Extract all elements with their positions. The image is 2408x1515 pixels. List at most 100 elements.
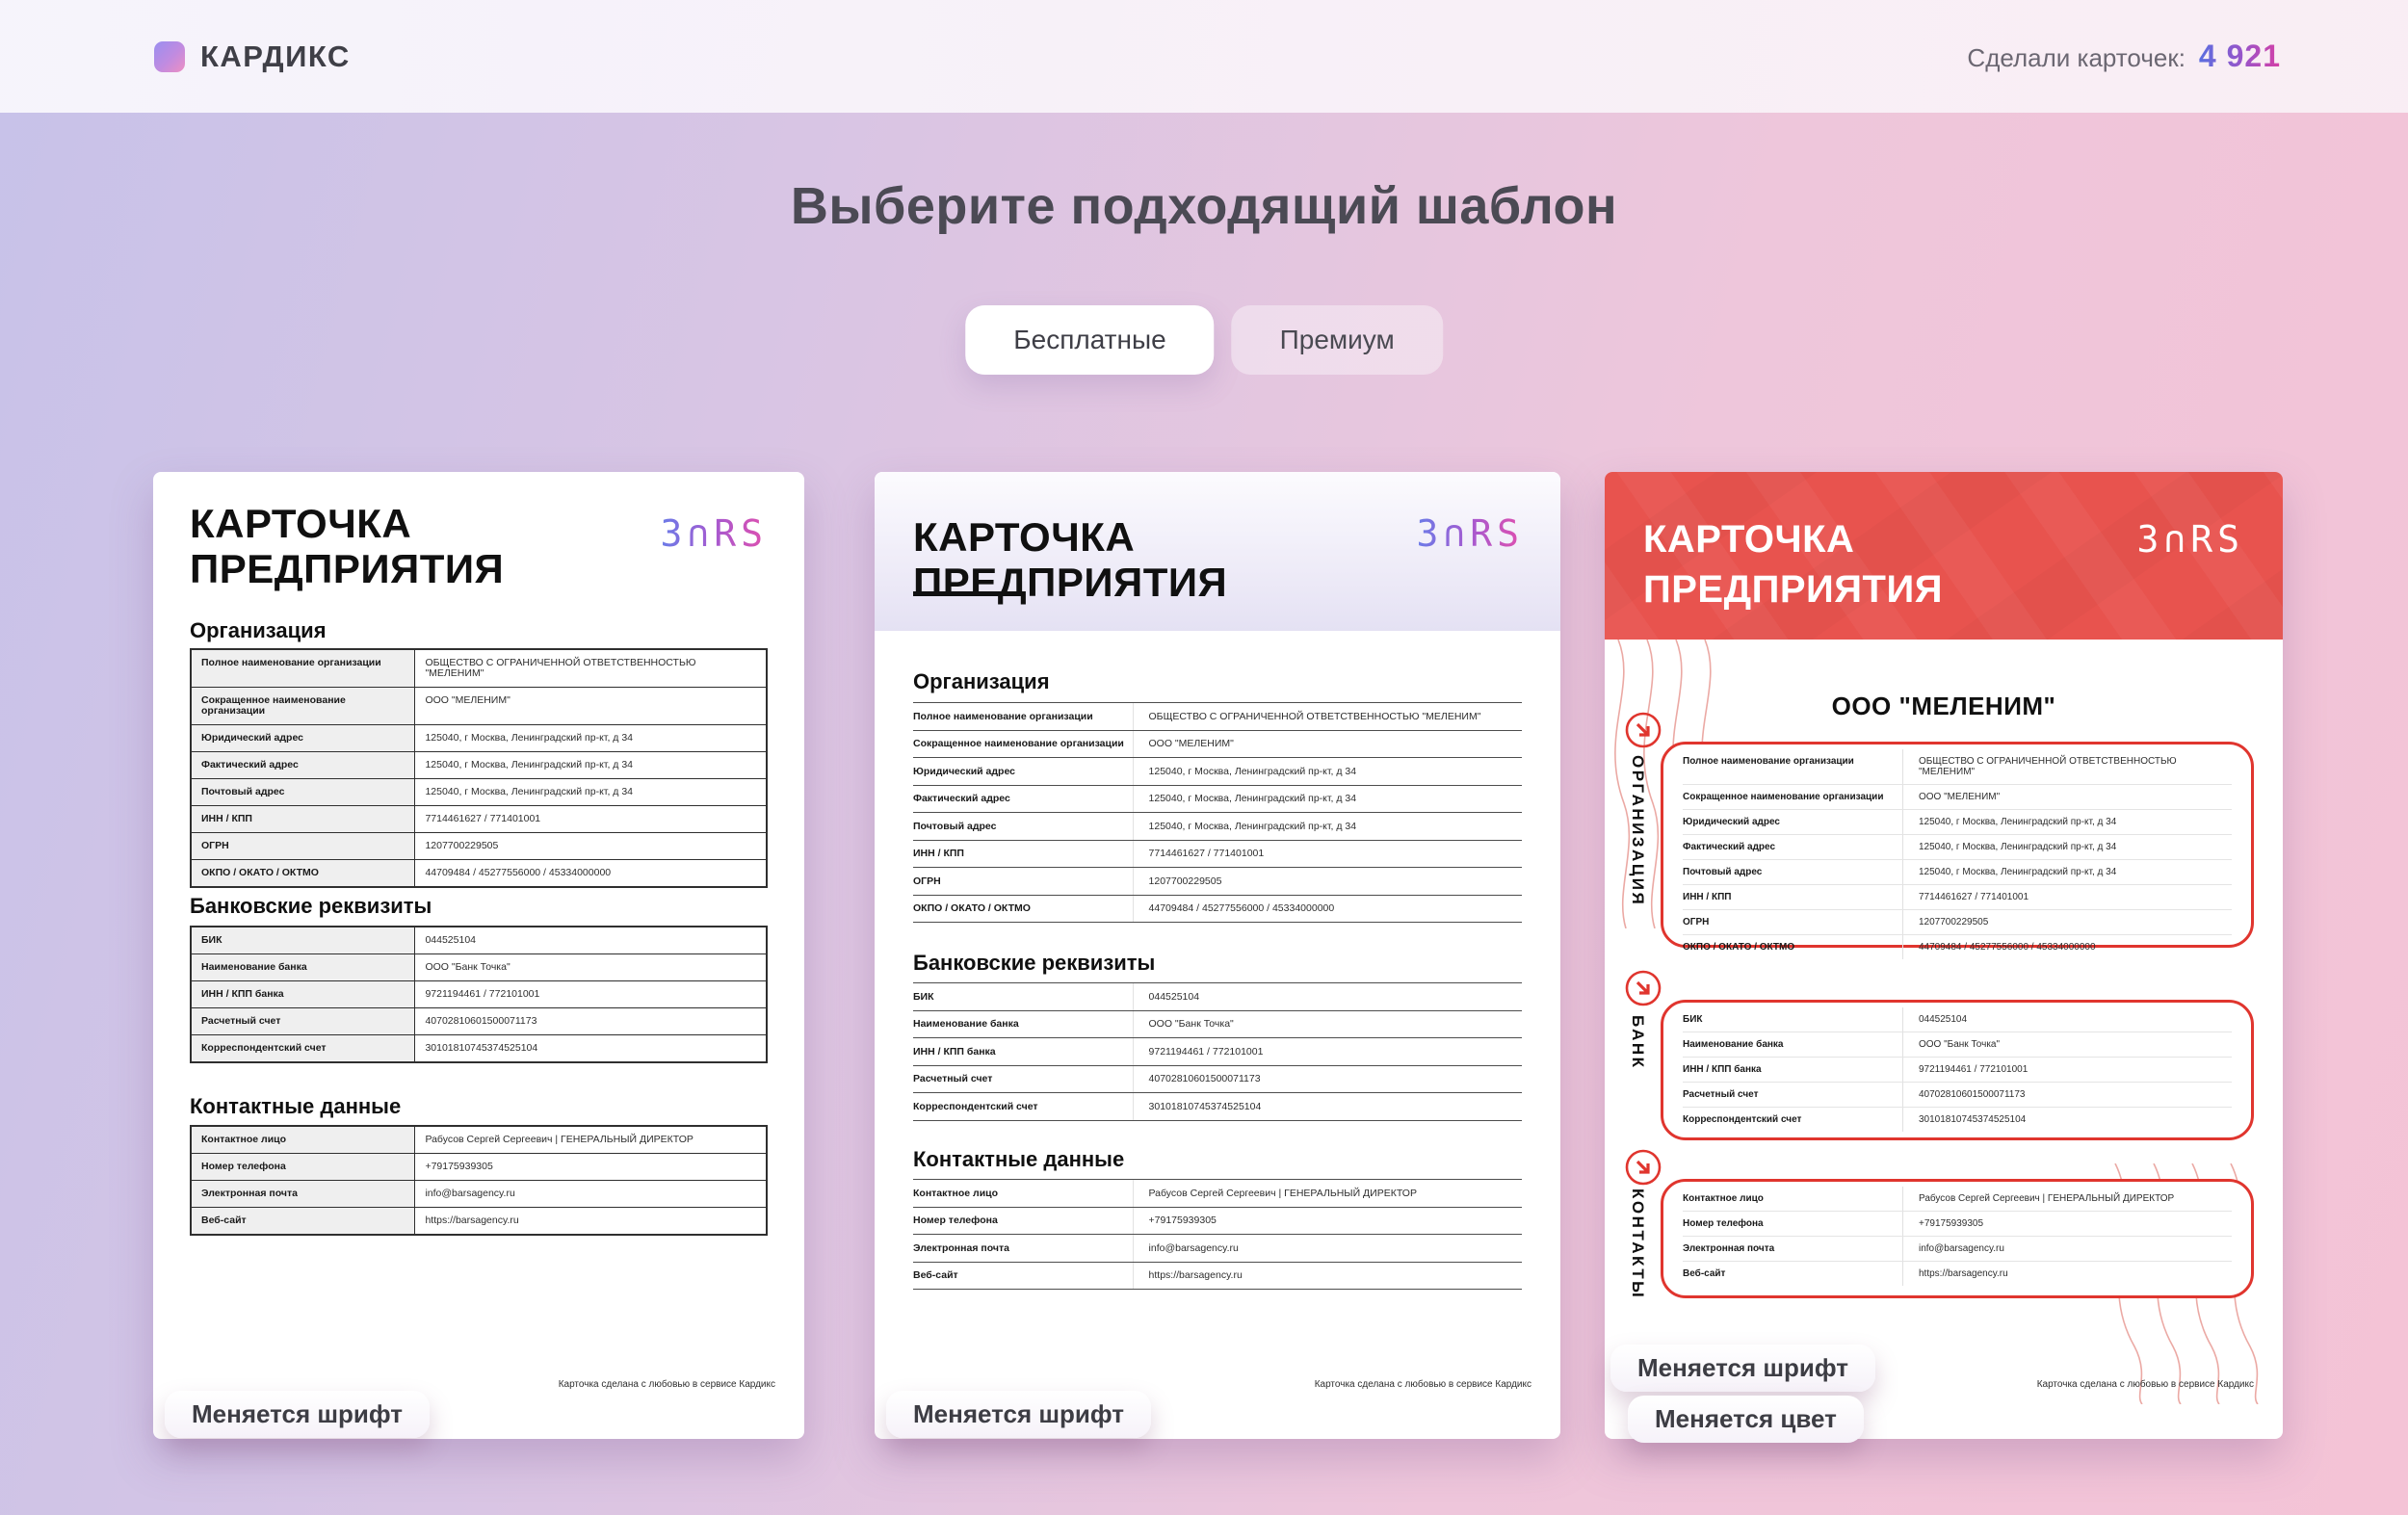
row-label: ИНН / КПП [913, 848, 964, 859]
row-label: ИНН / КПП [1683, 892, 1732, 902]
table-row: БИК 044525104 [1683, 1007, 2232, 1032]
row-label: Расчетный счет [1683, 1089, 1759, 1100]
row-value: 44709484 / 45277556000 / 45334000000 [1902, 935, 2232, 959]
row-label: Номер телефона [913, 1215, 998, 1226]
row-label: Наименование банка [192, 954, 416, 980]
card-footnote: Карточка сделана с любовью в сервисе Кар… [1314, 1379, 1531, 1390]
table-row: ОКПО / ОКАТО / ОКТМО 44709484 / 452775560… [192, 859, 766, 886]
section-heading-contacts: Контактные данные [190, 1094, 402, 1118]
table-row: ИНН / КПП 7714461627 / 771401001 [192, 805, 766, 832]
organization-table: Полное наименование организации ОБЩЕСТВО … [1683, 749, 2232, 959]
table-row: ИНН / КПП банка 9721194461 / 772101001 [192, 980, 766, 1007]
brand-logo-icon [154, 40, 185, 72]
row-value: 9721194461 / 772101001 [1902, 1058, 2232, 1082]
template-card-plain[interactable]: КАРТОЧКА ПРЕДПРИЯТИЯ 3∩RS Организация По… [153, 472, 804, 1439]
row-label: Полное наименование организации [1683, 756, 1854, 767]
row-value: 044525104 [1902, 1007, 2232, 1032]
row-label: ОГРН [1683, 917, 1710, 927]
row-label: Электронная почта [1683, 1243, 1775, 1254]
table-row: Корреспондентский счет 301018107453745251… [192, 1034, 766, 1061]
row-label: Номер телефона [192, 1154, 416, 1180]
template-card-red[interactable]: КАРТОЧКА ПРЕДПРИЯТИЯ 3∩RS ООО "МЕЛЕНИМ" … [1605, 472, 2283, 1439]
row-label: Корреспондентский счет [192, 1035, 416, 1061]
row-value: https://barsagency.ru [1902, 1262, 2232, 1286]
row-label: ОКПО / ОКАТО / ОКТМО [913, 902, 1031, 914]
row-label: Полное наименование организации [913, 710, 1093, 722]
table-row: Расчетный счет 40702810601500071173 [192, 1007, 766, 1034]
row-value: info@barsagency.ru [1132, 1235, 1522, 1262]
tab-free[interactable]: Бесплатные [965, 305, 1215, 375]
table-row: Контактное лицо Рабусов Сергей Сергеевич … [1683, 1187, 2232, 1211]
row-value: 30101810745374525104 [1132, 1093, 1522, 1120]
table-row: Юридический адрес 125040, г Москва, Ленин… [1683, 809, 2232, 834]
row-label: ОКПО / ОКАТО / ОКТМО [1683, 942, 1795, 953]
table-row: Расчетный счет 40702810601500071173 [1683, 1082, 2232, 1107]
row-label: Фактический адрес [1683, 842, 1776, 852]
badge-font-changeable: Меняется шрифт [886, 1391, 1152, 1438]
side-label-bank: БАНК [1629, 1015, 1647, 1070]
table-row: Электронная почта info@barsagency.ru [913, 1234, 1522, 1262]
table-row: ИНН / КПП 7714461627 / 771401001 [1683, 884, 2232, 909]
table-row: Наименование банка ООО "Банк Точка" [913, 1009, 1522, 1037]
section-heading-organization: Организация [913, 669, 1050, 693]
row-value: 9721194461 / 772101001 [1132, 1038, 1522, 1065]
badge-font-changeable: Меняется шрифт [165, 1391, 431, 1438]
row-label: Фактический адрес [913, 793, 1010, 804]
table-row: ИНН / КПП банка 9721194461 / 772101001 [1683, 1057, 2232, 1082]
row-value: 125040, г Москва, Ленинградский пр-кт, д… [1902, 835, 2232, 859]
page-title: Выберите подходящий шаблон [790, 177, 1618, 235]
table-row: Корреспондентский счет 301018107453745251… [1683, 1107, 2232, 1132]
row-value: Рабусов Сергей Сергеевич | ГЕНЕРАЛЬНЫЙ Д… [1902, 1187, 2232, 1211]
row-label: Юридический адрес [1683, 817, 1780, 827]
table-row: Почтовый адрес 125040, г Москва, Ленингра… [1683, 859, 2232, 884]
row-value: 125040, г Москва, Ленинградский пр-кт, д… [425, 732, 633, 744]
table-row: Веб-сайт https://barsagency.ru [1683, 1261, 2232, 1286]
table-row: Фактический адрес 125040, г Москва, Ленин… [192, 751, 766, 778]
row-value: ООО "Банк Точка" [425, 961, 510, 973]
table-row: Полное наименование организации ОБЩЕСТВО … [192, 650, 766, 687]
table-row: ИНН / КПП 7714461627 / 771401001 [913, 839, 1522, 867]
section-heading-bank: Банковские реквизиты [190, 894, 432, 918]
contacts-box: Контактное лицо Рабусов Сергей Сергеевич … [1661, 1179, 2254, 1298]
row-value: info@barsagency.ru [1902, 1237, 2232, 1261]
tab-premium[interactable]: Премиум [1231, 305, 1443, 375]
bank-table: БИК 044525104 Наименование банка ООО "Банк … [190, 926, 768, 1063]
table-row: Номер телефона +79175939305 [192, 1153, 766, 1180]
row-value: ООО "МЕЛЕНИМ" [1902, 785, 2232, 809]
row-label: Электронная почта [192, 1181, 416, 1207]
row-value: +79175939305 [425, 1161, 493, 1172]
section-heading-bank: Банковские реквизиты [913, 951, 1156, 975]
table-row: Веб-сайт https://barsagency.ru [192, 1207, 766, 1234]
row-label: Расчетный счет [913, 1073, 993, 1084]
row-label: ИНН / КПП банка [913, 1045, 996, 1058]
contacts-table: Контактное лицо Рабусов Сергей Сергеевич … [913, 1179, 1522, 1290]
table-row: Расчетный счет 40702810601500071173 [913, 1064, 1522, 1092]
bank-table: БИК 044525104 Наименование банка ООО "Банк … [1683, 1007, 2232, 1132]
table-row: Полное наименование организации ОБЩЕСТВО … [913, 702, 1522, 730]
side-label-organization: ОРГАНИЗАЦИЯ [1629, 755, 1647, 907]
table-row: ИНН / КПП банка 9721194461 / 772101001 [913, 1037, 1522, 1065]
row-value: 7714461627 / 771401001 [425, 813, 541, 824]
arrow-down-right-icon [1625, 1149, 1662, 1186]
brand-name: КАРДИКС [200, 39, 351, 73]
row-value: 125040, г Москва, Ленинградский пр-кт, д… [1902, 810, 2232, 834]
row-value: ООО "Банк Точка" [1132, 1010, 1522, 1037]
row-value: 7714461627 / 771401001 [1132, 840, 1522, 867]
row-value: 30101810745374525104 [1902, 1108, 2232, 1132]
table-row: Почтовый адрес 125040, г Москва, Ленингра… [913, 812, 1522, 840]
row-value: Рабусов Сергей Сергеевич | ГЕНЕРАЛЬНЫЙ Д… [1132, 1180, 1522, 1207]
row-label: БИК [1683, 1014, 1703, 1025]
bars-logo: 3∩RS [1416, 512, 1524, 555]
row-label: Почтовый адрес [913, 820, 997, 832]
row-label: ИНН / КПП банка [1683, 1064, 1762, 1075]
table-row: ОКПО / ОКАТО / ОКТМО 44709484 / 452775560… [913, 894, 1522, 923]
row-value: ООО "МЕЛЕНИМ" [1132, 730, 1522, 757]
row-label: Контактное лицо [1683, 1193, 1764, 1204]
table-row: Фактический адрес 125040, г Москва, Ленин… [913, 784, 1522, 812]
row-label: Сокращенное наименование организации [1683, 792, 1884, 802]
template-card-lavender[interactable]: КАРТОЧКА ПРЕДПРИЯТИЯ 3∩RS Организация По… [875, 472, 1560, 1439]
row-label: Контактное лицо [192, 1127, 416, 1153]
table-row: ОГРН 1207700229505 [192, 832, 766, 859]
brand: КАРДИКС [154, 39, 351, 74]
table-row: Электронная почта info@barsagency.ru [192, 1180, 766, 1207]
